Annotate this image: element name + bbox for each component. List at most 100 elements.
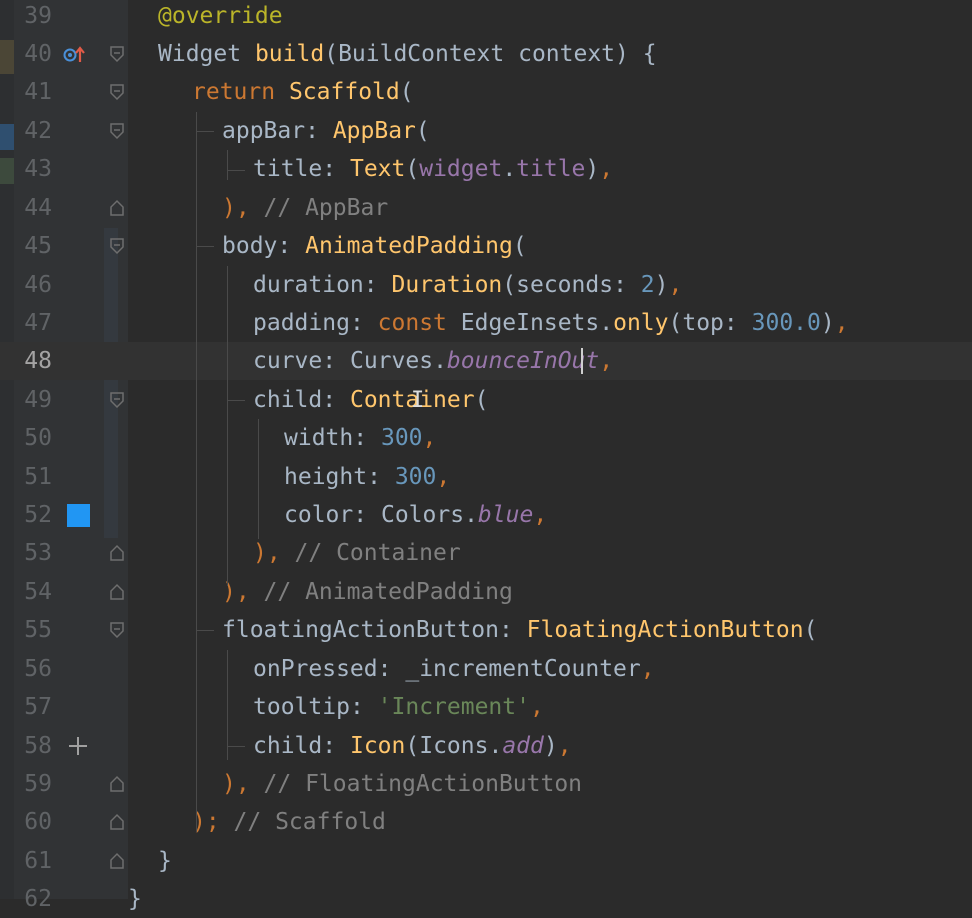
code-text[interactable]: padding: const EdgeInsets.only(top: 300.… [253,304,849,342]
indent-guide [258,419,259,539]
line-number: 40 [24,41,52,67]
code-line[interactable]: 55 floatingActionButton: FloatingActionB… [0,611,972,649]
code-text[interactable]: } [158,842,172,880]
line-number: 52 [24,502,52,528]
line-number: 48 [24,348,52,374]
code-text[interactable]: onPressed: _incrementCounter, [253,650,655,688]
code-editor[interactable]: 39 @override 40 Widget build(BuildContex… [0,0,972,912]
code-text[interactable]: color: Colors.blue, [284,496,547,534]
fold-icon[interactable] [108,45,126,63]
indent-guide [196,630,214,631]
code-text[interactable]: appBar: AppBar( [222,112,430,150]
fold-end-icon[interactable] [108,813,126,831]
code-text[interactable]: ), // AppBar [222,189,388,227]
code-line-current[interactable]: 48 curve: Curves.bounceInOut, [0,342,972,380]
code-line[interactable]: 40 Widget build(BuildContext context) { [0,35,972,73]
code-text: ); // Scaffold [192,809,386,835]
line-number: 58 [24,733,52,759]
code-text: child: Icon(Icons.add), [253,733,572,759]
code-text: width: 300, [284,425,437,451]
code-text[interactable]: } [128,880,142,918]
code-text[interactable]: Widget build(BuildContext context) { [158,35,657,73]
code-text: appBar: AppBar( [222,118,430,144]
line-number: 54 [24,579,52,605]
code-text[interactable]: child: Container( [253,381,488,419]
code-text: body: AnimatedPadding( [222,233,527,259]
fold-end-icon[interactable] [108,775,126,793]
code-line[interactable]: 47 padding: const EdgeInsets.only(top: 3… [0,304,972,342]
code-text[interactable]: ), // FloatingActionButton [222,765,582,803]
code-line[interactable]: 42 appBar: AppBar( [0,112,972,150]
code-line[interactable]: 60 ); // Scaffold [0,803,972,841]
override-marker-icon[interactable] [62,44,86,70]
code-line[interactable]: 45 body: AnimatedPadding( [0,227,972,265]
code-text[interactable]: ), // AnimatedPadding [222,573,513,611]
code-text[interactable]: title: Text(widget.title), [253,150,613,188]
code-text[interactable]: ); // Scaffold [192,803,386,841]
code-text: ), // AnimatedPadding [222,579,513,605]
fold-icon[interactable] [108,237,126,255]
code-line[interactable]: 43 title: Text(widget.title), [0,150,972,188]
line-number: 61 [24,848,52,874]
indent-guide [227,400,245,401]
code-line[interactable]: 39 @override [0,0,972,35]
line-number: 45 [24,233,52,259]
code-text: padding: const EdgeInsets.only(top: 300.… [253,310,849,336]
fold-icon[interactable] [108,391,126,409]
code-line[interactable]: 50 width: 300, [0,419,972,457]
code-line[interactable]: 58 child: Icon(Icons.add), [0,727,972,765]
line-number: 50 [24,425,52,451]
code-line[interactable]: 59 ), // FloatingActionButton [0,765,972,803]
indent-guide [196,246,214,247]
code-text: duration: Duration(seconds: 2), [253,272,683,298]
code-text[interactable]: tooltip: 'Increment', [253,688,544,726]
code-line[interactable]: 54 ), // AnimatedPadding [0,573,972,611]
code-text[interactable]: body: AnimatedPadding( [222,227,527,265]
code-text: ), // FloatingActionButton [222,771,583,797]
indent-guide [196,131,214,132]
plus-icon[interactable] [67,735,89,761]
code-text: } [128,886,142,912]
code-text[interactable]: width: 300, [284,419,436,457]
code-line[interactable]: 61 } [0,842,972,880]
code-text[interactable]: @override [158,0,283,35]
line-number: 51 [24,464,52,490]
code-text: @override [158,3,283,29]
color-swatch-icon[interactable] [67,504,90,527]
fold-icon[interactable] [108,83,126,101]
fold-end-icon[interactable] [108,199,126,217]
line-number: 47 [24,310,52,336]
fold-end-icon[interactable] [108,544,126,562]
fold-icon[interactable] [108,122,126,140]
code-line[interactable]: 62 } [0,880,972,918]
code-text[interactable]: ), // Container [253,534,461,572]
indent-guide [227,650,228,760]
code-line[interactable]: 51 height: 300, [0,458,972,496]
indent-guide [227,266,228,586]
code-line[interactable]: 44 ), // AppBar [0,189,972,227]
code-text: child: Container( [253,387,489,413]
code-line[interactable]: 53 ), // Container [0,534,972,572]
code-text[interactable]: duration: Duration(seconds: 2), [253,266,682,304]
code-line[interactable]: 57 tooltip: 'Increment', [0,688,972,726]
fold-icon[interactable] [108,621,126,639]
code-text[interactable]: curve: Curves.bounceInOut, [253,342,613,380]
code-text[interactable]: child: Icon(Icons.add), [253,727,572,765]
fold-end-icon[interactable] [108,852,126,870]
code-line[interactable]: 52 color: Colors.blue, [0,496,972,534]
code-text: onPressed: _incrementCounter, [253,656,655,682]
line-number: 53 [24,540,52,566]
line-number: 44 [24,195,52,221]
code-text[interactable]: height: 300, [284,458,450,496]
code-text: curve: Curves.bounceInOut, [253,348,614,374]
code-line[interactable]: 49 child: Container( I [0,381,972,419]
line-number: 59 [24,771,52,797]
code-line[interactable]: 46 duration: Duration(seconds: 2), [0,266,972,304]
code-line[interactable]: 41 return Scaffold( [0,73,972,111]
code-text[interactable]: return Scaffold( [192,73,414,111]
code-line[interactable]: 56 onPressed: _incrementCounter, [0,650,972,688]
code-text: return Scaffold( [192,79,414,105]
code-text: ), // AppBar [222,195,389,221]
fold-end-icon[interactable] [108,583,126,601]
code-text[interactable]: floatingActionButton: FloatingActionButt… [222,611,817,649]
